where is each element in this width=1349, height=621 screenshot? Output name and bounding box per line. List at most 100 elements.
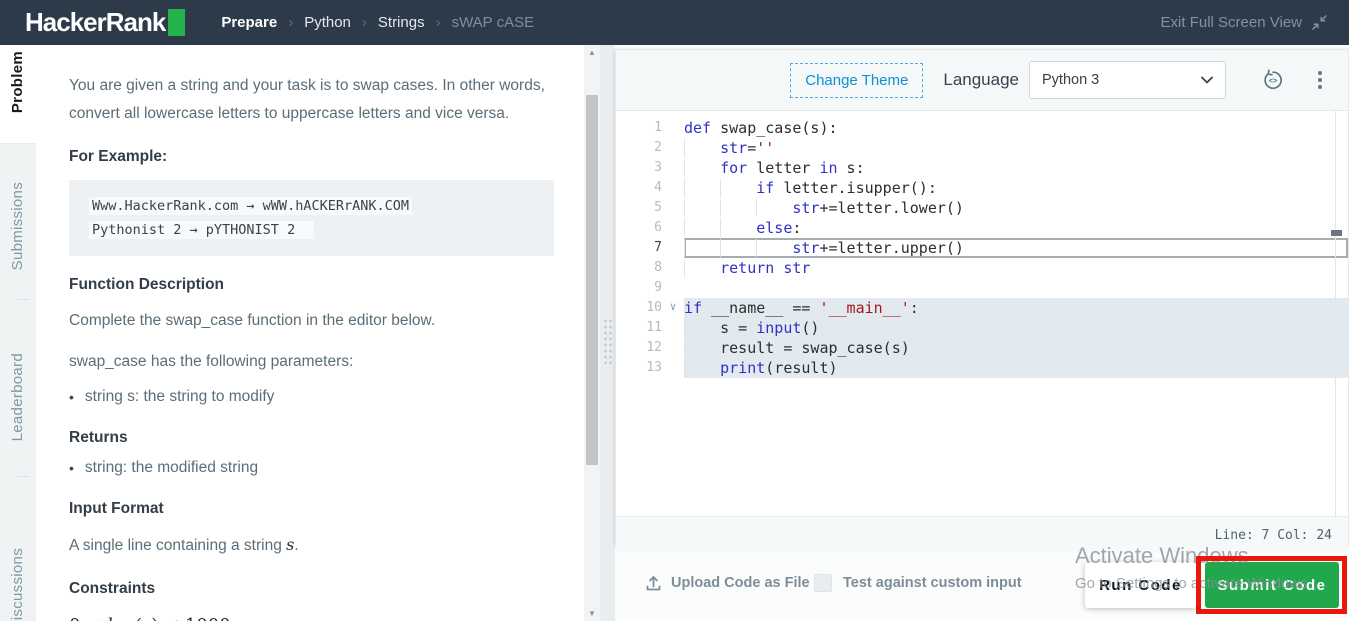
fold-gutter bbox=[662, 218, 684, 238]
line-number: 1 bbox=[654, 120, 662, 135]
returns-bullet: • string: the modified string bbox=[69, 456, 554, 480]
language-select[interactable]: Python 3 bbox=[1029, 61, 1226, 99]
breadcrumb-separator: › bbox=[361, 14, 367, 31]
breadcrumb-item: sWAP cASE bbox=[451, 14, 535, 31]
line-number: 3 bbox=[654, 160, 662, 175]
code-line[interactable]: 6 else: bbox=[616, 218, 1348, 238]
code-line[interactable]: 3 for letter in s: bbox=[616, 158, 1348, 178]
sidebar-tab-leaderboard[interactable]: Leaderboard bbox=[9, 353, 26, 441]
code-line[interactable]: 9 bbox=[616, 278, 1348, 298]
returns-heading: Returns bbox=[69, 429, 128, 446]
code-line[interactable]: 13 print(result) bbox=[616, 358, 1348, 378]
code-area[interactable]: 1 def swap_case(s): 2 str='' 3 for letter i… bbox=[616, 111, 1348, 516]
sidebar-divider bbox=[9, 299, 28, 300]
sidebar-tab-problem[interactable]: Problem bbox=[9, 51, 26, 113]
code-line[interactable]: 10 ∨ if __name__ == '__main__': bbox=[616, 298, 1348, 318]
scrollbar-thumb[interactable] bbox=[586, 95, 598, 465]
fold-gutter bbox=[662, 138, 684, 158]
hackerrank-logo[interactable]: HackerRank bbox=[25, 7, 186, 38]
code-text: else: bbox=[684, 218, 1348, 238]
panel-resize-handle[interactable] bbox=[600, 45, 615, 621]
line-number: 2 bbox=[654, 140, 662, 155]
constraints-heading: Constraints bbox=[69, 580, 156, 597]
fold-gutter bbox=[662, 338, 684, 358]
code-line[interactable]: 12 result = swap_case(s) bbox=[616, 338, 1348, 358]
breadcrumb-item[interactable]: Python bbox=[304, 14, 351, 31]
sidebar-tab-submissions[interactable]: Submissions bbox=[9, 182, 26, 270]
scroll-up-arrow-icon[interactable]: ▲ bbox=[584, 48, 600, 57]
exit-fullscreen-label: Exit Full Screen View bbox=[1160, 14, 1302, 31]
fold-gutter bbox=[662, 238, 684, 258]
function-description-text: Complete the swap_case function in the e… bbox=[69, 312, 436, 329]
line-number: 12 bbox=[646, 340, 662, 355]
run-code-button[interactable]: Run Code bbox=[1085, 562, 1196, 608]
editor-scrollbar-thumb[interactable] bbox=[1331, 230, 1342, 236]
cursor-position: Line: 7 Col: 24 bbox=[1214, 527, 1332, 543]
problem-intro: You are given a string and your task is … bbox=[69, 72, 554, 128]
line-number: 4 bbox=[654, 180, 662, 195]
line-number: 9 bbox=[654, 280, 662, 295]
custom-input-label: Test against custom input bbox=[843, 575, 1022, 591]
fold-gutter bbox=[662, 178, 684, 198]
left-panel-scrollbar[interactable]: ▲ ▼ bbox=[584, 45, 600, 621]
scroll-down-arrow-icon[interactable]: ▼ bbox=[584, 609, 600, 618]
svg-text:<>: <> bbox=[1268, 76, 1278, 85]
fold-gutter bbox=[662, 318, 684, 338]
code-text: str+=letter.upper() bbox=[684, 238, 1348, 258]
code-text: str='' bbox=[684, 138, 1348, 158]
code-text: return str bbox=[684, 258, 1348, 278]
upload-icon bbox=[646, 575, 661, 590]
code-line[interactable]: 11 s = input() bbox=[616, 318, 1348, 338]
upload-code-button[interactable]: Upload Code as File bbox=[645, 545, 810, 621]
code-lines: 1 def swap_case(s): 2 str='' 3 for letter i… bbox=[616, 118, 1348, 378]
editor-scrollbar-track[interactable] bbox=[1335, 111, 1336, 516]
custom-input-checkbox[interactable] bbox=[814, 574, 832, 592]
sidebar-tab-discussions[interactable]: Discussions bbox=[9, 548, 26, 621]
hackerrank-app: HackerRank Prepare › Python › Strings › sWAP c… bbox=[0, 0, 1349, 621]
custom-input-option: Test against custom input bbox=[814, 545, 1022, 621]
function-description-heading: Function Description bbox=[69, 276, 224, 293]
upload-label: Upload Code as File bbox=[671, 575, 810, 591]
intro-line-1: You are given a string and your task is … bbox=[69, 77, 545, 94]
code-line[interactable]: 5 str+=letter.lower() bbox=[616, 198, 1348, 218]
reset-code-icon[interactable]: <> bbox=[1262, 69, 1284, 91]
breadcrumb-item[interactable]: Strings bbox=[378, 14, 425, 31]
change-theme-button[interactable]: Change Theme bbox=[790, 62, 924, 98]
problem-statement: You are given a string and your task is … bbox=[36, 45, 584, 621]
bullet-dot: • bbox=[69, 389, 74, 405]
breadcrumb: Prepare › Python › Strings › sWAP cASE bbox=[221, 14, 534, 31]
code-text: if __name__ == '__main__': bbox=[684, 298, 1348, 318]
constraints-formula: 0 < len(s) ≤ 1000 bbox=[69, 615, 554, 621]
parameters-intro: swap_case has the following parameters: bbox=[69, 353, 354, 370]
topbar: HackerRank Prepare › Python › Strings › sWAP c… bbox=[0, 0, 1349, 45]
submit-code-button[interactable]: Submit Code bbox=[1205, 562, 1339, 608]
line-number: 6 bbox=[654, 220, 662, 235]
code-editor-card: Change Theme Language Python 3 <> 1 def s… bbox=[615, 49, 1349, 553]
language-selected-value: Python 3 bbox=[1042, 72, 1100, 88]
fold-gutter bbox=[662, 358, 684, 378]
code-text: str+=letter.lower() bbox=[684, 198, 1348, 218]
code-line[interactable]: 1 def swap_case(s): bbox=[616, 118, 1348, 138]
chevron-down-icon bbox=[1201, 76, 1213, 84]
kebab-menu-icon[interactable] bbox=[1316, 69, 1324, 91]
breadcrumb-item[interactable]: Prepare bbox=[221, 14, 277, 31]
line-number: 7 bbox=[654, 240, 662, 255]
code-text: for letter in s: bbox=[684, 158, 1348, 178]
code-line[interactable]: 4 if letter.isupper(): bbox=[616, 178, 1348, 198]
code-line[interactable]: 7 str+=letter.upper() bbox=[616, 238, 1348, 258]
logo-green-block-icon bbox=[168, 9, 186, 36]
breadcrumb-separator: › bbox=[288, 14, 294, 31]
line-number: 13 bbox=[646, 360, 662, 375]
line-number: 5 bbox=[654, 200, 662, 215]
problem-panel: Problem Submissions Leaderboard Discussion… bbox=[0, 45, 600, 621]
collapse-icon bbox=[1312, 15, 1327, 30]
editor-footer: Upload Code as File Test against custom … bbox=[615, 545, 1349, 621]
code-line[interactable]: 8 return str bbox=[616, 258, 1348, 278]
fold-toggle-icon[interactable]: ∨ bbox=[662, 298, 684, 318]
code-line[interactable]: 2 str='' bbox=[616, 138, 1348, 158]
code-text: result = swap_case(s) bbox=[684, 338, 1348, 358]
fold-gutter bbox=[662, 198, 684, 218]
sidebar-divider bbox=[9, 476, 28, 477]
exit-fullscreen-button[interactable]: Exit Full Screen View bbox=[1161, 14, 1327, 31]
line-number: 8 bbox=[654, 260, 662, 275]
